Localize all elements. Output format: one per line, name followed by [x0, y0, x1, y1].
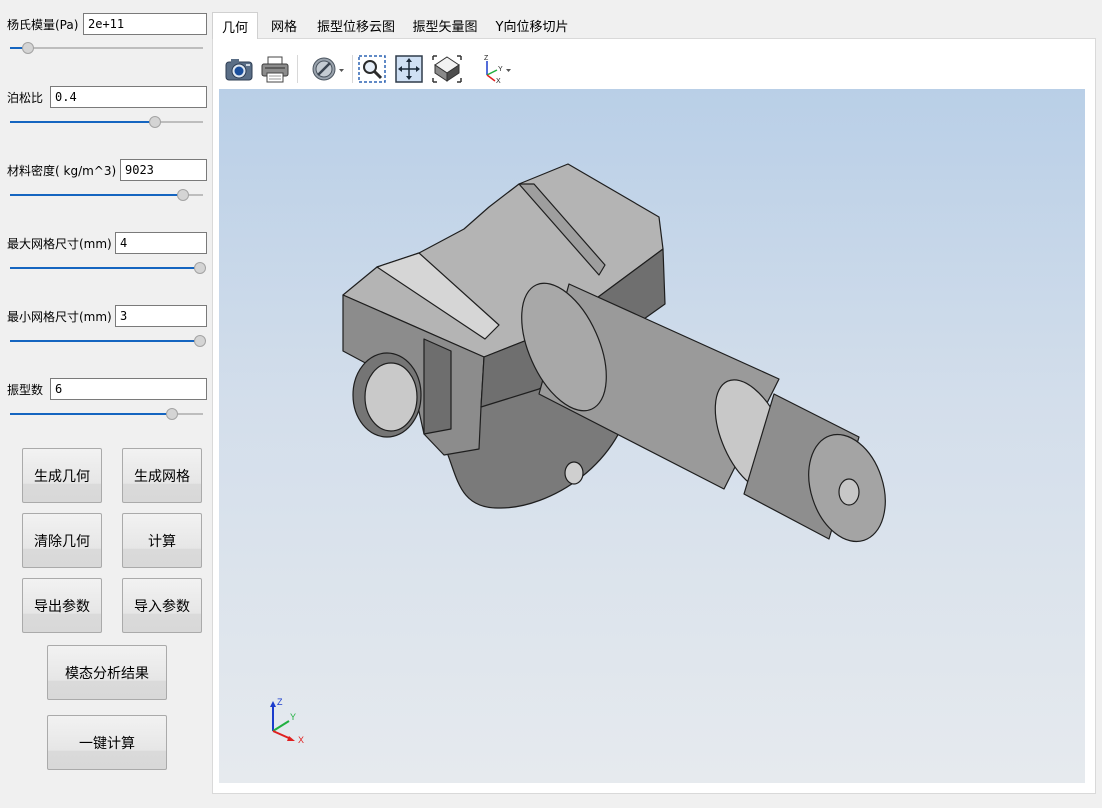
axis-x-label: X: [298, 735, 304, 745]
export-params-button[interactable]: 导出参数: [22, 578, 102, 633]
min-mesh-slider[interactable]: [10, 334, 206, 348]
youngs-modulus-slider[interactable]: [10, 41, 203, 55]
axis-z-label: Z: [277, 697, 283, 707]
compute-button[interactable]: 计算: [122, 513, 202, 568]
import-params-button[interactable]: 导入参数: [122, 578, 202, 633]
iso-view-icon[interactable]: [431, 53, 463, 85]
mode-count-label: 振型数: [7, 383, 44, 397]
axis-y-label: Y: [290, 712, 296, 722]
tab-mesh[interactable]: 网格: [262, 12, 306, 38]
max-mesh-input[interactable]: 4: [115, 232, 207, 254]
svg-text:Z: Z: [484, 55, 489, 62]
generate-mesh-button[interactable]: 生成网格: [122, 448, 202, 503]
min-mesh-slider-handle[interactable]: [194, 335, 206, 347]
viewer-toolbar: Z Y X: [219, 49, 1085, 89]
printer-icon[interactable]: [259, 53, 291, 85]
axes-view-icon[interactable]: Z Y X: [475, 53, 515, 85]
max-mesh-slider-handle[interactable]: [194, 262, 206, 274]
poisson-ratio-slider-handle[interactable]: [149, 116, 161, 128]
density-slider[interactable]: [10, 188, 203, 202]
generate-geometry-button[interactable]: 生成几何: [22, 448, 102, 503]
model-slot: [423, 338, 452, 435]
one-click-compute-button[interactable]: 一键计算: [47, 715, 167, 770]
modal-results-button[interactable]: 模态分析结果: [47, 645, 167, 700]
tab-geometry[interactable]: 几何: [212, 12, 258, 39]
tab-y-displacement-slice[interactable]: Y向位移切片: [494, 12, 570, 38]
youngs-modulus-label: 杨氏模量(Pa): [7, 18, 79, 32]
toolbar-separator: [352, 55, 353, 83]
axis-z-arrow: [270, 701, 276, 707]
tab-mode-vector[interactable]: 振型矢量图: [408, 12, 482, 38]
youngs-modulus-slider-handle[interactable]: [22, 42, 34, 54]
display-mode-icon[interactable]: [309, 53, 349, 85]
density-label: 材料密度( kg/m^3): [7, 164, 117, 178]
min-mesh-input[interactable]: 3: [115, 305, 207, 327]
clear-geometry-button[interactable]: 清除几何: [22, 513, 102, 568]
min-mesh-label: 最小网格尺寸(mm): [7, 310, 112, 324]
poisson-ratio-input[interactable]: 0.4: [50, 86, 207, 108]
fit-all-icon[interactable]: [393, 53, 425, 85]
svg-text:X: X: [496, 78, 501, 85]
model-bore-inner: [364, 362, 418, 432]
svg-text:Y: Y: [498, 66, 503, 73]
camera-icon[interactable]: [223, 53, 255, 85]
axis-y-line: [272, 720, 290, 732]
youngs-modulus-input[interactable]: 2e+11: [83, 13, 207, 35]
mode-count-input[interactable]: 6: [50, 378, 207, 400]
mode-count-slider[interactable]: [10, 407, 203, 421]
density-slider-handle[interactable]: [177, 189, 189, 201]
density-input[interactable]: 9023: [120, 159, 207, 181]
mode-count-slider-handle[interactable]: [166, 408, 178, 420]
poisson-ratio-label: 泊松比: [7, 91, 44, 105]
max-mesh-label: 最大网格尺寸(mm): [7, 237, 112, 251]
model-shaft-tip-hole: [838, 478, 860, 506]
cad-model: [342, 163, 886, 543]
max-mesh-slider[interactable]: [10, 261, 206, 275]
3d-viewport[interactable]: Z Y X: [219, 89, 1085, 783]
zoom-box-icon[interactable]: [356, 53, 388, 85]
axis-triad: Z Y X: [270, 697, 304, 745]
poisson-ratio-slider[interactable]: [10, 115, 203, 129]
toolbar-separator: [297, 55, 298, 83]
tab-mode-displacement-contour[interactable]: 振型位移云图: [312, 12, 400, 38]
model-small-hole: [564, 461, 584, 485]
